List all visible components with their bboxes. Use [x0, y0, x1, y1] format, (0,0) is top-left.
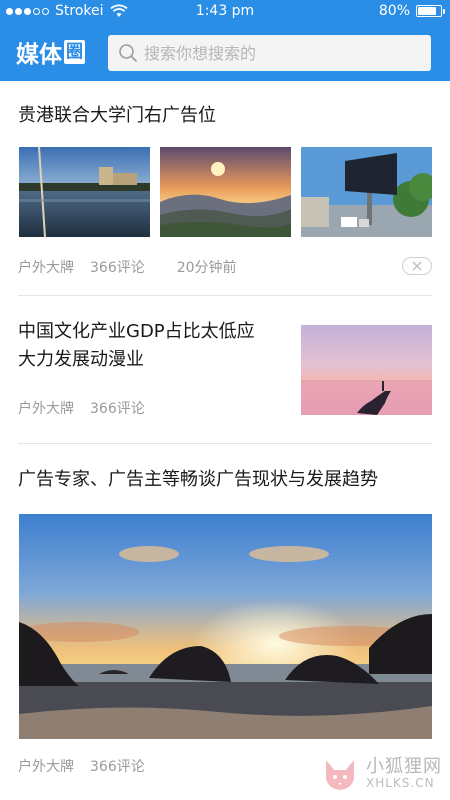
search-input[interactable]: [144, 43, 414, 63]
battery-icon: [416, 5, 445, 17]
status-right: 80%: [378, 3, 445, 19]
app-logo[interactable]: 媒体 圈: [16, 38, 85, 68]
watermark: 小狐狸网 XHLKS.CN: [320, 756, 442, 792]
article-card-2[interactable]: 中国文化产业GDP占比太低应 大力发展动漫业 户外大牌 366评论: [0, 296, 450, 444]
article-image-3[interactable]: [301, 147, 432, 237]
article-card-3[interactable]: 广告专家、广告主等畅谈广告现状与发展趋势 户外大牌 366评论: [0, 444, 450, 800]
article-image-2[interactable]: [160, 147, 291, 237]
article-comments[interactable]: 366评论: [90, 398, 145, 418]
search-icon: [119, 44, 137, 62]
article-time: 20分钟前: [176, 260, 237, 276]
article-source: 户外大牌: [18, 401, 74, 417]
article-title[interactable]: 广告专家、广告主等畅谈广告现状与发展趋势: [18, 466, 378, 494]
fox-logo-icon: [326, 760, 354, 790]
article-title-line2: 大力发展动漫业: [18, 349, 144, 370]
close-icon: [412, 261, 422, 271]
article-source: 户外大牌: [18, 759, 74, 775]
logo-box-text: 圈: [64, 40, 85, 64]
article-comments[interactable]: 366评论: [90, 756, 145, 776]
article-title[interactable]: 贵港联合大学门右广告位: [18, 102, 216, 130]
app-header: 媒体 圈: [0, 24, 450, 81]
watermark-cn: 小狐狸网: [366, 756, 442, 778]
status-bar: Strokei 1:43 pm 80%: [0, 0, 450, 24]
article-title-line1: 中国文化产业GDP占比太低应: [18, 321, 255, 342]
logo-text: 媒体: [16, 42, 62, 68]
battery-percent: 80%: [378, 3, 410, 19]
search-bar[interactable]: [108, 35, 431, 71]
dismiss-button[interactable]: [402, 257, 432, 275]
article-image[interactable]: [301, 325, 432, 415]
watermark-text: 小狐狸网 XHLKS.CN: [366, 756, 442, 791]
article-source: 户外大牌: [18, 260, 74, 276]
article-image-large[interactable]: [19, 514, 432, 739]
article-comments[interactable]: 366评论: [90, 257, 145, 277]
article-meta: 户外大牌 366评论: [18, 756, 145, 776]
article-title[interactable]: 中国文化产业GDP占比太低应 大力发展动漫业: [18, 318, 298, 374]
article-image-1[interactable]: [19, 147, 150, 237]
article-meta: 户外大牌 366评论: [18, 398, 145, 418]
article-card-1[interactable]: 贵港联合大学门右广告位 户外大牌 366评论 20分钟前: [0, 81, 450, 296]
watermark-en: XHLKS.CN: [366, 776, 435, 791]
article-meta: 户外大牌 366评论 20分钟前: [18, 257, 237, 277]
battery-fill: [418, 7, 436, 15]
